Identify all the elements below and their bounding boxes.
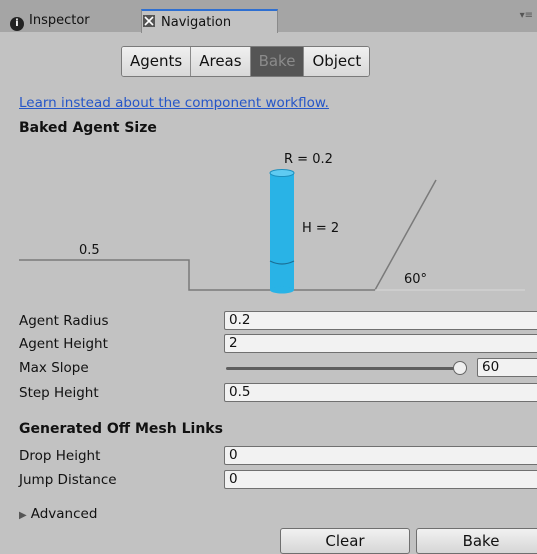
- slope-angle-label: 60°: [404, 272, 427, 287]
- off-mesh-links-heading: Generated Off Mesh Links: [19, 421, 223, 437]
- component-workflow-link[interactable]: Learn instead about the component workfl…: [19, 95, 329, 111]
- drop-height-field[interactable]: 0: [224, 446, 537, 465]
- height-label: H = 2: [302, 221, 339, 236]
- tab-inspector-label: Inspector: [29, 13, 90, 28]
- tab-inspector[interactable]: i Inspector: [10, 9, 132, 32]
- agent-height-label: Agent Height: [19, 336, 108, 352]
- drop-height-label: Drop Height: [19, 448, 101, 464]
- advanced-label: Advanced: [30, 506, 98, 522]
- foldout-arrow-icon: ▶: [19, 510, 27, 521]
- max-slope-row: Max Slope 60: [0, 358, 537, 379]
- jump-distance-row: Jump Distance 0: [0, 470, 537, 491]
- agent-size-diagram: R = 0.2 H = 2 0.5 60°: [19, 152, 525, 294]
- max-slope-slider-thumb[interactable]: [453, 361, 467, 375]
- max-slope-field[interactable]: 60: [477, 358, 537, 377]
- bake-button[interactable]: Bake: [416, 528, 537, 554]
- navigation-icon: [142, 14, 156, 28]
- baked-agent-size-heading: Baked Agent Size: [19, 120, 157, 136]
- step-label: 0.5: [79, 243, 100, 258]
- agent-radius-field[interactable]: 0.2: [224, 311, 537, 330]
- max-slope-slider-track[interactable]: [226, 367, 460, 370]
- info-icon: i: [10, 17, 24, 31]
- tab-bar: i Inspector Navigation ▾≡: [0, 0, 537, 33]
- tab-areas[interactable]: Areas: [191, 47, 251, 76]
- radius-label: R = 0.2: [284, 152, 333, 167]
- tab-navigation-label: Navigation: [161, 15, 232, 30]
- jump-distance-field[interactable]: 0: [224, 470, 537, 489]
- tab-object[interactable]: Object: [304, 47, 370, 76]
- tab-bake[interactable]: Bake: [250, 47, 305, 76]
- agent-height-row: Agent Height 2: [0, 334, 537, 355]
- tab-menu-icon[interactable]: ▾≡: [520, 10, 533, 21]
- tab-agents[interactable]: Agents: [122, 47, 192, 76]
- step-height-label: Step Height: [19, 385, 99, 401]
- agent-height-field[interactable]: 2: [224, 334, 537, 353]
- mode-selector: Agents Areas Bake Object: [121, 46, 371, 77]
- clear-button[interactable]: Clear: [280, 528, 410, 554]
- agent-radius-label: Agent Radius: [19, 313, 109, 329]
- step-height-field[interactable]: 0.5: [224, 383, 537, 402]
- max-slope-label: Max Slope: [19, 360, 89, 376]
- advanced-foldout[interactable]: ▶ Advanced: [19, 506, 97, 522]
- jump-distance-label: Jump Distance: [19, 472, 117, 488]
- agent-radius-row: Agent Radius 0.2: [0, 311, 537, 332]
- step-height-row: Step Height 0.5: [0, 383, 537, 404]
- drop-height-row: Drop Height 0: [0, 446, 537, 467]
- agent-cylinder: [269, 169, 295, 294]
- tab-navigation[interactable]: Navigation: [141, 9, 278, 33]
- ground-profile: [19, 179, 437, 291]
